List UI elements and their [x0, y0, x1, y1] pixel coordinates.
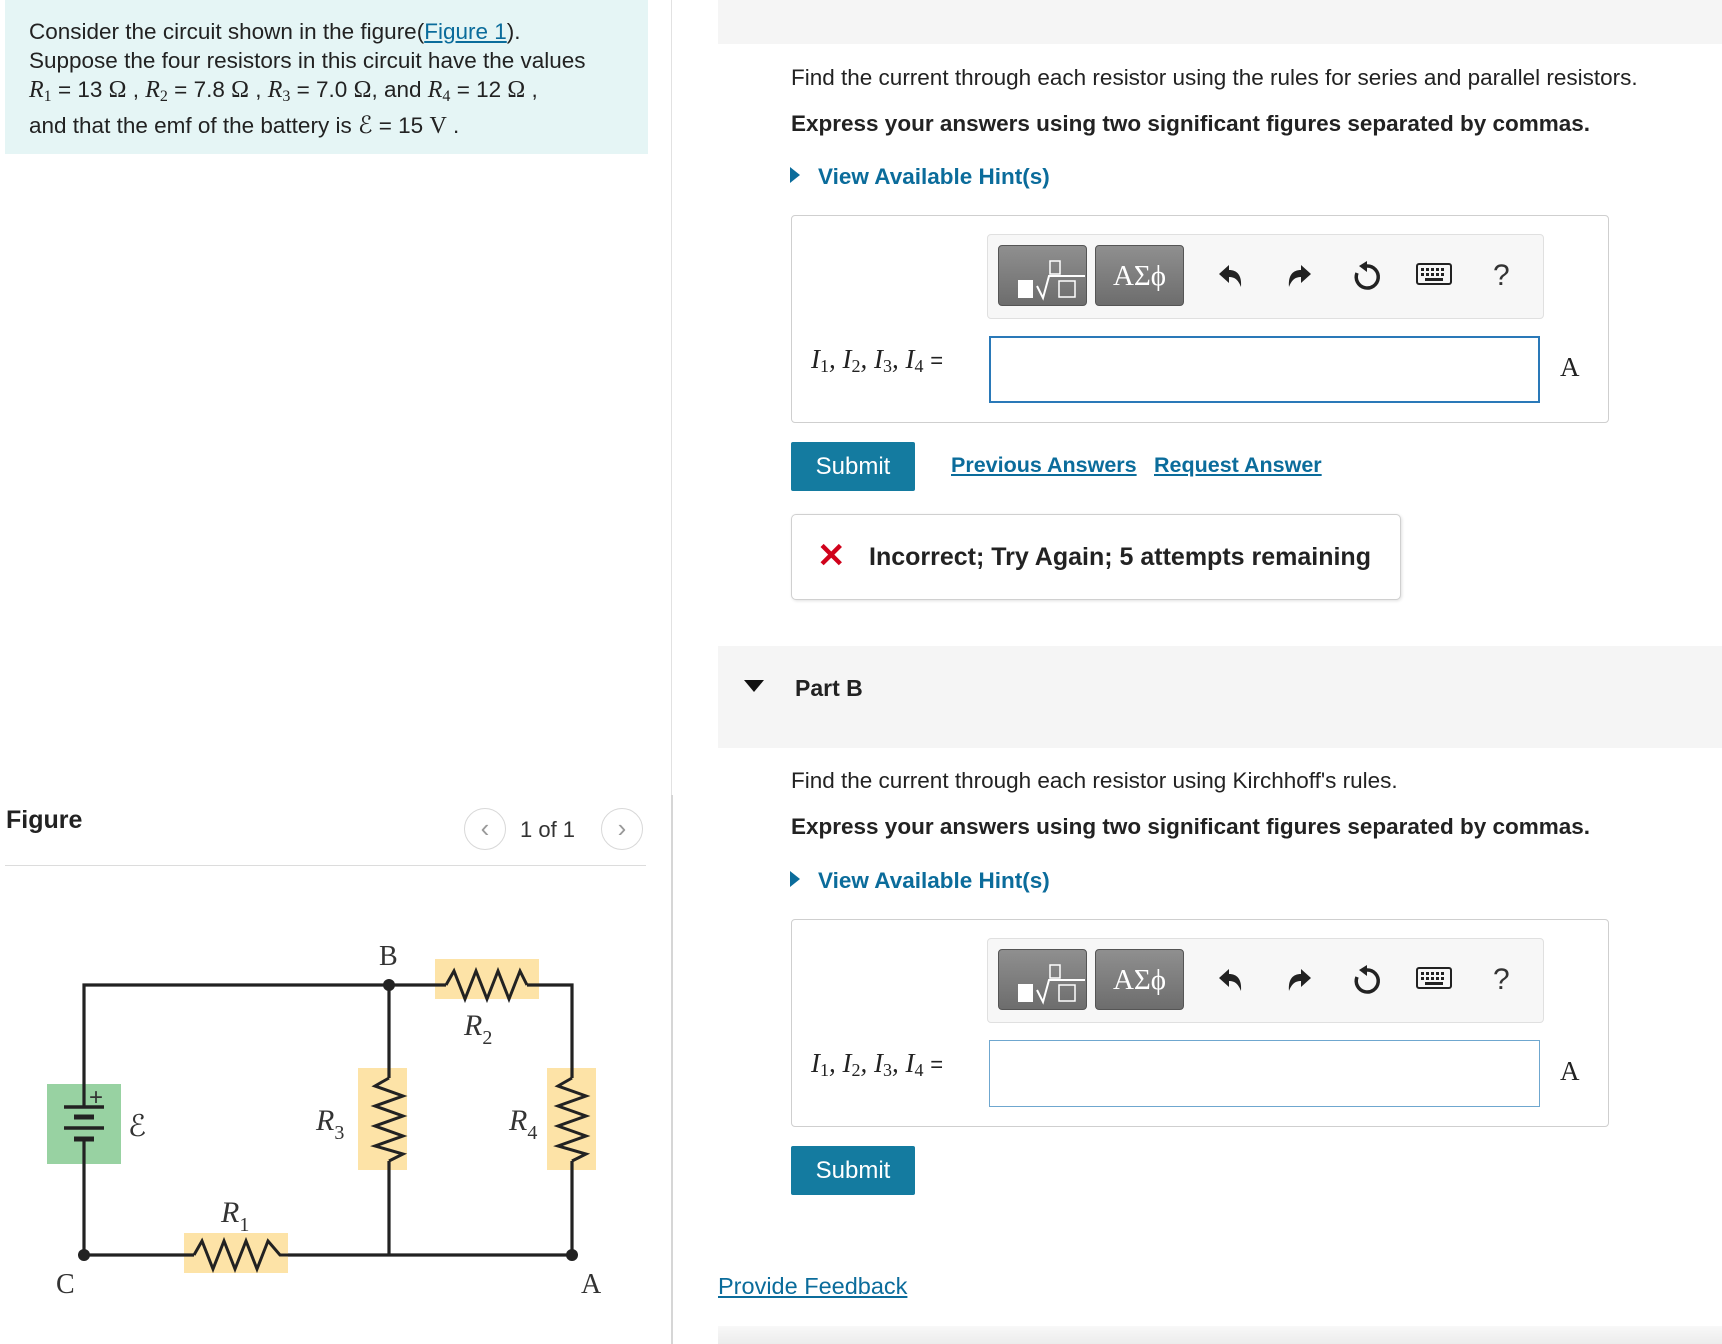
math-toolbar: ΑΣϕ ? [987, 234, 1544, 319]
problem-line-3: R1 = 13 Ω , R2 = 7.8 Ω , R3 = 7.0 Ω, and… [29, 77, 538, 105]
previous-answers-link[interactable]: Previous Answers [951, 453, 1137, 478]
error-x-icon: ✕ [817, 537, 846, 575]
unit-label: A [1560, 352, 1580, 382]
expand-triangle-icon [790, 167, 800, 183]
emf-label: ℰ [128, 1110, 146, 1143]
figure-next-button[interactable]: › [601, 808, 643, 850]
feedback-message: ✕ Incorrect; Try Again; 5 attempts remai… [791, 514, 1401, 600]
part-a-answer-box: ΑΣϕ ? I1, I2, I3, I4 = A [791, 215, 1609, 423]
greek-symbols-button[interactable]: ΑΣϕ [1095, 245, 1184, 306]
templates-button[interactable] [998, 245, 1087, 306]
unit-label: A [1560, 1056, 1580, 1086]
figure-rule [5, 865, 646, 866]
r4-label: R4 [508, 1104, 537, 1144]
expand-triangle-icon [790, 871, 800, 887]
part-b-header[interactable] [718, 646, 1722, 748]
reset-icon[interactable] [1351, 261, 1383, 299]
part-b-answer-box: ΑΣϕ ? I1, I2, I3, I4 = A [791, 919, 1609, 1127]
math-toolbar: ΑΣϕ ? [987, 938, 1544, 1023]
node-b-dot [383, 979, 395, 991]
panel-divider-lower [671, 795, 673, 1344]
reset-icon[interactable] [1351, 965, 1383, 1003]
part-b-title[interactable]: Part B [795, 675, 863, 702]
r3-label: R3 [315, 1104, 344, 1144]
bottom-strip [718, 1326, 1722, 1344]
problem-line-4: and that the emf of the battery is ℰ = 1… [29, 113, 460, 139]
problem-statement: Consider the circuit shown in the figure… [5, 0, 648, 154]
node-b-label: B [379, 941, 398, 972]
answer-input[interactable] [989, 336, 1540, 403]
answer-input[interactable] [989, 1040, 1540, 1107]
part-a-header [718, 0, 1722, 44]
greek-symbols-button[interactable]: ΑΣϕ [1095, 949, 1184, 1010]
node-c-dot [78, 1249, 90, 1261]
feedback-text: Incorrect; Try Again; 5 attempts remaini… [869, 543, 1371, 571]
equation-label: I1, I2, I3, I4 = [811, 1048, 944, 1080]
redo-icon[interactable] [1285, 965, 1315, 1001]
templates-icon [1018, 964, 1085, 1005]
r4-highlight [547, 1068, 596, 1170]
templates-icon [1018, 260, 1085, 301]
part-b-instruction: Express your answers using two significa… [791, 814, 1591, 839]
provide-feedback-link[interactable]: Provide Feedback [718, 1273, 907, 1300]
figure-prev-button[interactable]: ‹ [464, 808, 506, 850]
r1-label: R1 [220, 1196, 249, 1236]
problem-line-2: Suppose the four resistors in this circu… [29, 48, 586, 73]
undo-icon[interactable] [1215, 965, 1245, 1001]
request-answer-link[interactable]: Request Answer [1154, 453, 1322, 478]
equation-label: I1, I2, I3, I4 = [811, 344, 944, 376]
part-a-instruction: Express your answers using two significa… [791, 111, 1591, 136]
keyboard-icon[interactable] [1416, 965, 1452, 997]
part-a-hint-toggle[interactable]: View Available Hint(s) [790, 164, 1050, 190]
circuit-figure: B A C ℰ + R2 R3 R4 R1 [47, 941, 602, 1300]
redo-icon[interactable] [1285, 261, 1315, 297]
node-a-label: A [581, 1269, 602, 1300]
part-b-prompt: Find the current through each resistor u… [791, 768, 1398, 793]
help-button[interactable]: ? [1493, 965, 1510, 995]
node-c-label: C [56, 1269, 75, 1300]
part-a-prompt: Find the current through each resistor u… [791, 65, 1638, 90]
keyboard-icon[interactable] [1416, 261, 1452, 293]
r2-label: R2 [463, 1009, 492, 1049]
battery-plus-label: + [89, 1084, 103, 1111]
node-a-dot [566, 1249, 578, 1261]
figure-heading: Figure [6, 806, 83, 834]
figure-pager-count: 1 of 1 [520, 817, 576, 842]
submit-button[interactable]: Submit [791, 442, 915, 491]
figure-link[interactable]: Figure 1 [424, 19, 507, 44]
collapse-triangle-icon[interactable] [744, 680, 764, 692]
submit-button[interactable]: Submit [791, 1146, 915, 1195]
templates-button[interactable] [998, 949, 1087, 1010]
help-button[interactable]: ? [1493, 261, 1510, 291]
undo-icon[interactable] [1215, 261, 1245, 297]
part-b-hint-toggle[interactable]: View Available Hint(s) [790, 868, 1050, 894]
problem-line-1: Consider the circuit shown in the figure… [29, 19, 521, 44]
